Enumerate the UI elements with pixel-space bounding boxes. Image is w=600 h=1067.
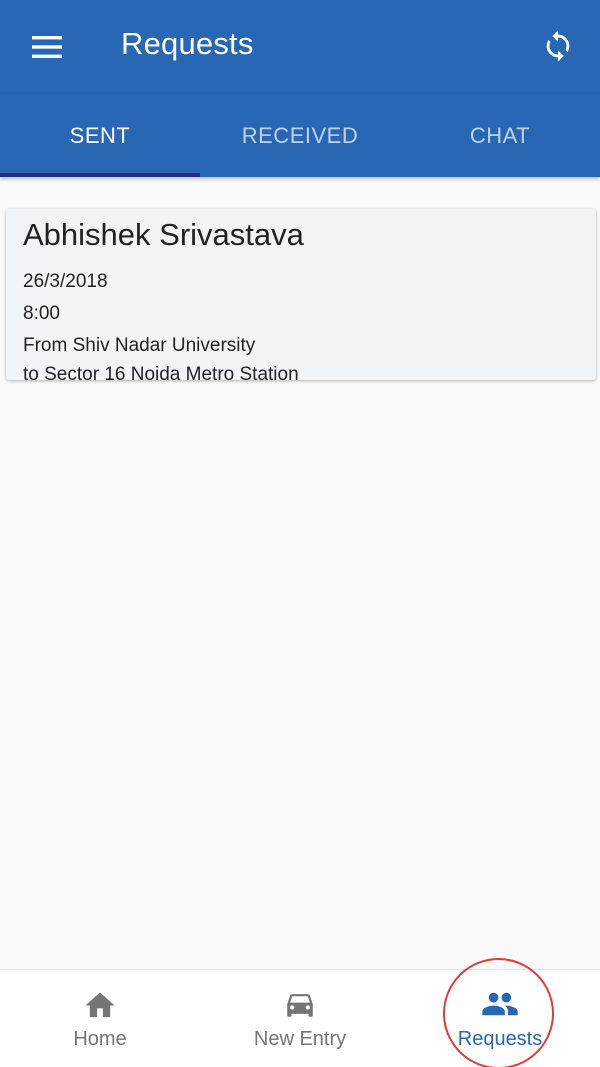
tab-bar: SENT RECEIVED CHAT [0,94,600,177]
request-from: From Shiv Nadar University [23,335,256,356]
menu-button[interactable] [24,24,70,70]
tab-chat[interactable]: CHAT [400,94,600,177]
request-time: 8:00 [23,303,60,324]
refresh-button[interactable] [534,22,582,70]
refresh-icon [546,30,570,62]
people-icon [482,992,518,1016]
nav-new-entry-label: New Entry [253,1028,347,1050]
page-title: Requests [121,26,254,61]
menu-icon [32,36,62,58]
tab-received[interactable]: RECEIVED [200,94,400,177]
tab-sent[interactable]: SENT [0,94,200,177]
request-card[interactable]: Abhishek Srivastava 26/3/2018 8:00 From … [6,209,596,385]
bottom-navigation: Home New Entry Requests [0,969,600,1067]
request-date: 26/3/2018 [23,271,108,292]
nav-requests-label: Requests [457,1028,543,1050]
home-icon [85,992,115,1018]
nav-home-label: Home [73,1028,127,1050]
app-bar: Requests [0,0,600,94]
request-to: to Sector 16 Noida Metro Station [23,364,299,385]
car-icon [287,994,313,1017]
nav-requests[interactable]: Requests [400,970,600,1067]
requester-name: Abhishek Srivastava [23,217,304,252]
nav-new-entry[interactable]: New Entry [200,970,400,1067]
nav-home[interactable]: Home [0,970,200,1067]
